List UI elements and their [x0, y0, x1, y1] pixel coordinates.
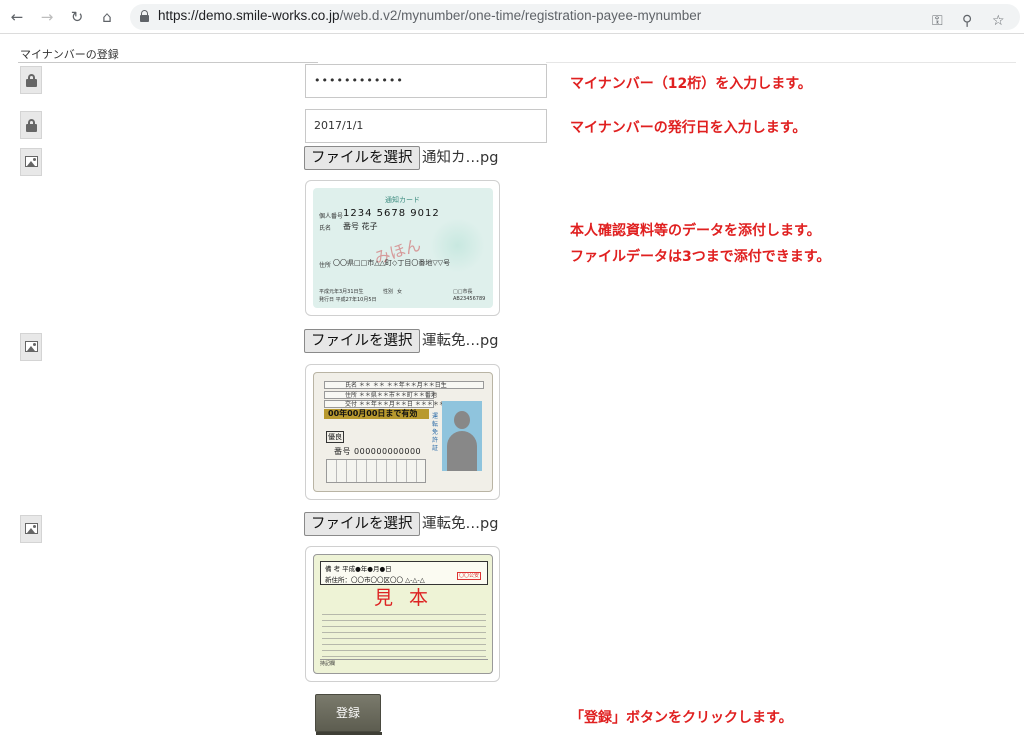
card-name: 番号 花子: [343, 222, 378, 231]
license-back-stamp: 〇〇公安: [457, 572, 481, 580]
image-icon: [20, 515, 42, 543]
issue-date-input[interactable]: 2017/1/1: [305, 109, 547, 143]
card-label: 住所: [319, 262, 332, 269]
license-badge: 優良: [326, 431, 344, 443]
license-card-image: 氏名 ＊＊ ＊＊ ＊＊年＊＊月＊＊日生 住所 ＊＊県＊＊市＊＊町＊＊番地 交付 …: [313, 372, 493, 492]
card-sex-label: 性別: [383, 289, 394, 295]
mynumber-input[interactable]: ••••••••••••: [305, 64, 547, 98]
license-back-header: 備 考 平成●年●月●日 新住所：〇〇市〇〇区〇〇 △-△-△ 〇〇公安: [320, 561, 488, 585]
key-icon[interactable]: ⚿: [932, 13, 943, 29]
license-back-row1: 備 考 平成●年●月●日: [325, 565, 392, 573]
lock-icon: [140, 10, 149, 22]
card-city: □□市長: [453, 289, 473, 295]
notice-card-image: 通知カード 個人番号 1234 5678 9012 氏名 番号 花子 みほん 住…: [313, 188, 493, 308]
license-issue-row: 交付 ＊＊年＊＊月＊＊日 ＊＊＊＊＊: [324, 400, 445, 408]
card-address: 〇〇県□□市△△町◇丁目〇番地▽▽号: [333, 259, 451, 267]
sample-watermark: 見本: [374, 587, 445, 609]
card-serial: AB23456789: [453, 296, 486, 302]
url-text[interactable]: https://demo.smile-works.co.jp/web.d.v2/…: [158, 8, 701, 23]
lock-icon: [20, 66, 42, 94]
file-select-button-2[interactable]: ファイルを選択: [304, 329, 420, 353]
license-back-footer: 持記欄: [320, 659, 488, 671]
card-sex: 女: [397, 289, 403, 295]
divider: [546, 62, 1016, 63]
note-attach-line1: 本人確認資料等のデータを添付します。: [570, 223, 821, 239]
submit-button[interactable]: 登録: [315, 694, 382, 735]
file-preview-3: 備 考 平成●年●月●日 新住所：〇〇市〇〇区〇〇 △-△-△ 〇〇公安 見本 …: [305, 546, 500, 682]
card-issued: 発行日 平成27年10月5日: [319, 297, 377, 303]
license-vertical-title: 運転免許証: [432, 413, 439, 452]
divider: [18, 62, 318, 63]
forward-arrow-icon[interactable]: →: [36, 6, 58, 28]
note-submit: 「登録」ボタンをクリックします。: [570, 710, 793, 726]
card-number: 1234 5678 9012: [343, 208, 440, 219]
file-select-button-3[interactable]: ファイルを選択: [304, 512, 420, 536]
lock-icon: [20, 111, 42, 139]
license-photo: [442, 401, 482, 471]
note-mynumber: マイナンバー（12桁）を入力します。: [570, 76, 812, 92]
image-icon: [20, 148, 42, 176]
license-name-row: 氏名 ＊＊ ＊＊ ＊＊年＊＊月＊＊日生: [324, 381, 484, 389]
address-bar[interactable]: https://demo.smile-works.co.jp/web.d.v2/…: [130, 4, 1020, 30]
license-category-grid: [326, 459, 426, 483]
file-name-1: 通知カ…pg: [422, 150, 499, 166]
file-select-button-1[interactable]: ファイルを選択: [304, 146, 420, 170]
back-arrow-icon[interactable]: ←: [6, 6, 28, 28]
license-back-image: 備 考 平成●年●月●日 新住所：〇〇市〇〇区〇〇 △-△-△ 〇〇公安 見本 …: [313, 554, 493, 674]
browser-toolbar: ← → ↻ ⌂ https://demo.smile-works.co.jp/w…: [0, 0, 1024, 34]
note-issue-date: マイナンバーの発行日を入力します。: [570, 120, 807, 136]
file-preview-2: 氏名 ＊＊ ＊＊ ＊＊年＊＊月＊＊日生 住所 ＊＊県＊＊市＊＊町＊＊番地 交付 …: [305, 364, 500, 500]
file-name-3: 運転免…pg: [422, 516, 499, 532]
license-number: 番号 000000000000: [334, 447, 422, 456]
license-valid-until: 00年00月00日まで有効: [324, 409, 429, 419]
note-attach-line2: ファイルデータは3つまで添付できます。: [570, 249, 831, 265]
license-back-text-lines: [322, 609, 486, 659]
card-label: 個人番号: [319, 213, 344, 220]
license-address-row: 住所 ＊＊県＊＊市＊＊町＊＊番地: [324, 391, 437, 399]
file-preview-1: 通知カード 個人番号 1234 5678 9012 氏名 番号 花子 みほん 住…: [305, 180, 500, 316]
image-icon: [20, 333, 42, 361]
page-title: マイナンバーの登録: [20, 48, 119, 61]
file-name-2: 運転免…pg: [422, 333, 499, 349]
home-icon[interactable]: ⌂: [96, 6, 118, 28]
reload-icon[interactable]: ↻: [66, 6, 88, 28]
card-birth: 平成元年3月31日生: [319, 289, 364, 295]
card-title: 通知カード: [385, 196, 420, 204]
zoom-icon[interactable]: ⚲: [962, 13, 972, 29]
star-icon[interactable]: ☆: [992, 13, 1005, 29]
card-label: 氏名: [319, 225, 332, 232]
